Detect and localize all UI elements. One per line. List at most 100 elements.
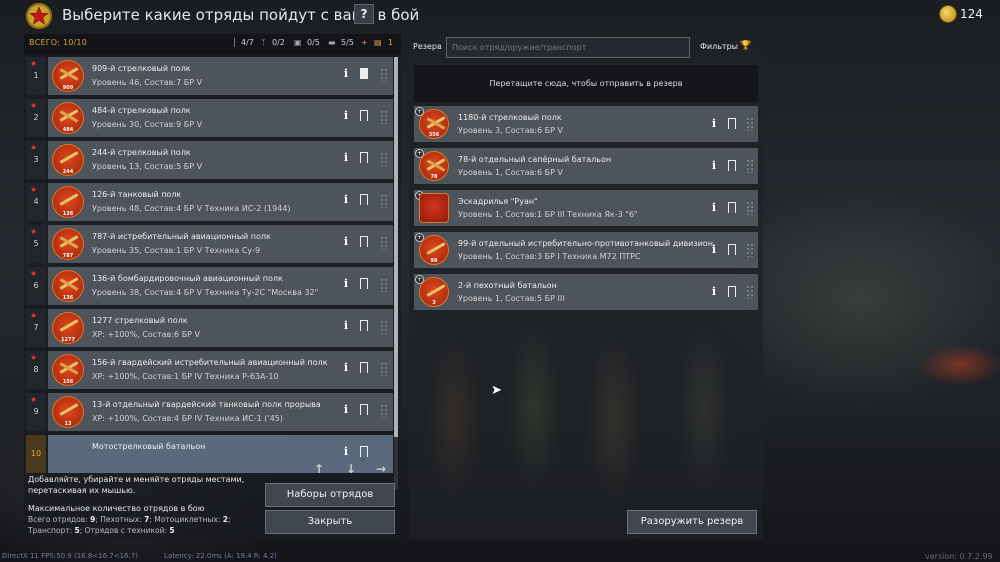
info-button[interactable]: i — [710, 285, 718, 299]
drag-handle-icon[interactable] — [380, 320, 388, 334]
squad-card[interactable]: ★ 126 126-й танковый полк Уровень 48, Со… — [30, 183, 393, 221]
move-down-arrow-icon[interactable]: ↓ — [346, 462, 356, 476]
squad-counters-bar: ВСЕГО: 10/10 │ 4/7 ᛉ 0/2 ▣ 0/5 ▬ 5/5 + ▤… — [24, 34, 401, 54]
drag-handle-icon[interactable] — [380, 110, 388, 124]
drag-handle-icon[interactable] — [380, 152, 388, 166]
info-button[interactable]: i — [342, 109, 350, 123]
drag-handle-icon[interactable] — [746, 243, 754, 257]
squad-row[interactable]: 7 ★ 1277 1277 стрелковый полк XP: +100%,… — [26, 309, 393, 347]
disarm-reserve-button[interactable]: Разоружить резерв — [627, 510, 757, 534]
squad-card[interactable]: ★ 156 156-й гвардейский истребительный а… — [30, 351, 393, 389]
move-up-arrow-icon[interactable]: ↑ — [314, 462, 324, 476]
drag-handle-icon[interactable] — [380, 278, 388, 292]
move-right-arrow-icon[interactable]: → — [376, 462, 386, 476]
reserve-squad-row[interactable]: + 99 99-й отдельный истребительно-против… — [414, 232, 758, 268]
bookmark-icon[interactable] — [728, 202, 736, 217]
info-button[interactable]: i — [342, 235, 350, 249]
bookmark-icon[interactable] — [728, 244, 736, 259]
trophy-icon[interactable]: 🏆 — [740, 41, 751, 51]
bookmark-icon[interactable] — [360, 362, 368, 377]
info-button[interactable]: i — [710, 117, 718, 131]
bookmark-icon[interactable] — [728, 160, 736, 175]
bookmark-icon[interactable] — [728, 286, 736, 301]
squad-info: Уровень 35, Состав:1 БР V Техника Су-9 — [92, 246, 261, 255]
bookmark-icon[interactable] — [360, 278, 368, 293]
search-input[interactable] — [446, 37, 690, 58]
squad-card[interactable]: ★ 136 136-й бомбардировочный авиационный… — [30, 267, 393, 305]
info-button[interactable]: i — [710, 159, 718, 173]
bookmark-icon[interactable] — [360, 320, 368, 335]
squad-list-scrollbar[interactable] — [394, 57, 398, 489]
squad-emblem-icon: 3 — [419, 277, 449, 307]
reserve-squad-row[interactable]: + 78 78-й отдельный сапёрный батальон Ур… — [414, 148, 758, 184]
bookmark-icon[interactable] — [360, 68, 368, 83]
car-count: 1 — [388, 38, 394, 47]
reserve-drop-zone[interactable]: Перетащите сюда, чтобы отправить в резер… — [414, 65, 758, 102]
info-button[interactable]: i — [342, 361, 350, 375]
info-button[interactable]: i — [710, 201, 718, 215]
squad-name: 909-й стрелковый полк — [92, 64, 191, 73]
car-icon: ▤ — [374, 38, 382, 47]
info-button[interactable]: i — [342, 193, 350, 207]
squad-row[interactable]: 10 Мотострелковый батальон i — [26, 435, 393, 473]
squad-row[interactable]: 6 ★ 136 136-й бомбардировочный авиационн… — [26, 267, 393, 305]
squad-card[interactable]: Мотострелковый батальон i — [48, 435, 393, 473]
squad-card[interactable]: ★ 244 244-й стрелковый полк Уровень 13, … — [30, 141, 393, 179]
drag-handle-icon[interactable] — [746, 117, 754, 131]
squad-name: 2-й пехотный батальон — [458, 281, 557, 290]
drag-handle-icon[interactable] — [380, 404, 388, 418]
info-button[interactable]: i — [342, 67, 350, 81]
filters-button[interactable]: Фильтры — [700, 42, 738, 51]
squad-row[interactable]: 1 ★ 909 909-й стрелковый полк Уровень 46… — [26, 57, 393, 95]
bookmark-icon[interactable] — [360, 404, 368, 419]
squad-card[interactable]: ★ 484 484-й стрелковый полк Уровень 30, … — [30, 99, 393, 137]
info-button[interactable]: i — [710, 243, 718, 257]
squad-row[interactable]: 2 ★ 484 484-й стрелковый полк Уровень 30… — [26, 99, 393, 137]
info-button[interactable]: i — [342, 277, 350, 291]
gold-amount: 124 — [960, 7, 983, 21]
tank-icon: ▬ — [328, 38, 336, 47]
drag-handle-icon[interactable] — [380, 236, 388, 250]
squad-card[interactable]: ★ 909 909-й стрелковый полк Уровень 46, … — [30, 57, 393, 95]
battle-squad-list: 1 ★ 909 909-й стрелковый полк Уровень 46… — [24, 57, 394, 489]
squad-row[interactable]: 9 ★ 13 13-й отдельный гвардейский танков… — [26, 393, 393, 431]
reserve-squad-row[interactable]: + 3 2-й пехотный батальон Уровень 1, Сос… — [414, 274, 758, 310]
bookmark-icon[interactable] — [360, 152, 368, 167]
squad-row[interactable]: 3 ★ 244 244-й стрелковый полк Уровень 13… — [26, 141, 393, 179]
drag-handle-icon[interactable] — [746, 201, 754, 215]
squad-card[interactable]: ★ 13 13-й отдельный гвардейский танковый… — [30, 393, 393, 431]
squad-row[interactable]: 4 ★ 126 126-й танковый полк Уровень 48, … — [26, 183, 393, 221]
bookmark-icon[interactable] — [360, 236, 368, 251]
bookmark-icon[interactable] — [728, 118, 736, 133]
info-button[interactable]: i — [342, 445, 350, 459]
reserve-squad-row[interactable]: + Эскадрилья "Руан" Уровень 1, Состав:1 … — [414, 190, 758, 226]
help-button[interactable]: ? — [354, 4, 374, 24]
drag-handle-icon[interactable] — [746, 285, 754, 299]
info-button[interactable]: i — [342, 319, 350, 333]
reserve-squad-row[interactable]: + 356 1180-й стрелковый полк Уровень 3, … — [414, 106, 758, 142]
squad-info: Уровень 13, Состав:5 БР V — [92, 162, 203, 171]
bookmark-icon[interactable] — [360, 446, 368, 461]
drag-handle-icon[interactable] — [380, 194, 388, 208]
flag-icon: ★ — [30, 59, 38, 68]
squad-row[interactable]: 8 ★ 156 156-й гвардейский истребительный… — [26, 351, 393, 389]
bookmark-icon[interactable] — [360, 110, 368, 125]
drag-handle-icon[interactable] — [746, 159, 754, 173]
scrollbar-thumb[interactable] — [394, 57, 398, 437]
squad-presets-button[interactable]: Наборы отрядов — [265, 483, 395, 507]
squad-card[interactable]: ★ 1277 1277 стрелковый полк XP: +100%, С… — [30, 309, 393, 347]
close-button[interactable]: Закрыть — [265, 510, 395, 534]
squad-emblem-icon: 356 — [419, 109, 449, 139]
squad-emblem-icon: 13 — [52, 396, 84, 428]
squad-row[interactable]: 5 ★ 787 787-й истребительный авиационный… — [26, 225, 393, 263]
drag-handle-icon[interactable] — [380, 68, 388, 82]
mouse-cursor-icon: ➤ — [491, 383, 502, 398]
squad-name: 99-й отдельный истребительно-противотанк… — [458, 239, 713, 248]
bookmark-icon[interactable] — [360, 194, 368, 209]
squad-card[interactable]: ★ 787 787-й истребительный авиационный п… — [30, 225, 393, 263]
blurred-soldiers-preview — [414, 317, 758, 507]
info-button[interactable]: i — [342, 403, 350, 417]
squad-name: 126-й танковый полк — [92, 190, 182, 199]
info-button[interactable]: i — [342, 151, 350, 165]
drag-handle-icon[interactable] — [380, 362, 388, 376]
